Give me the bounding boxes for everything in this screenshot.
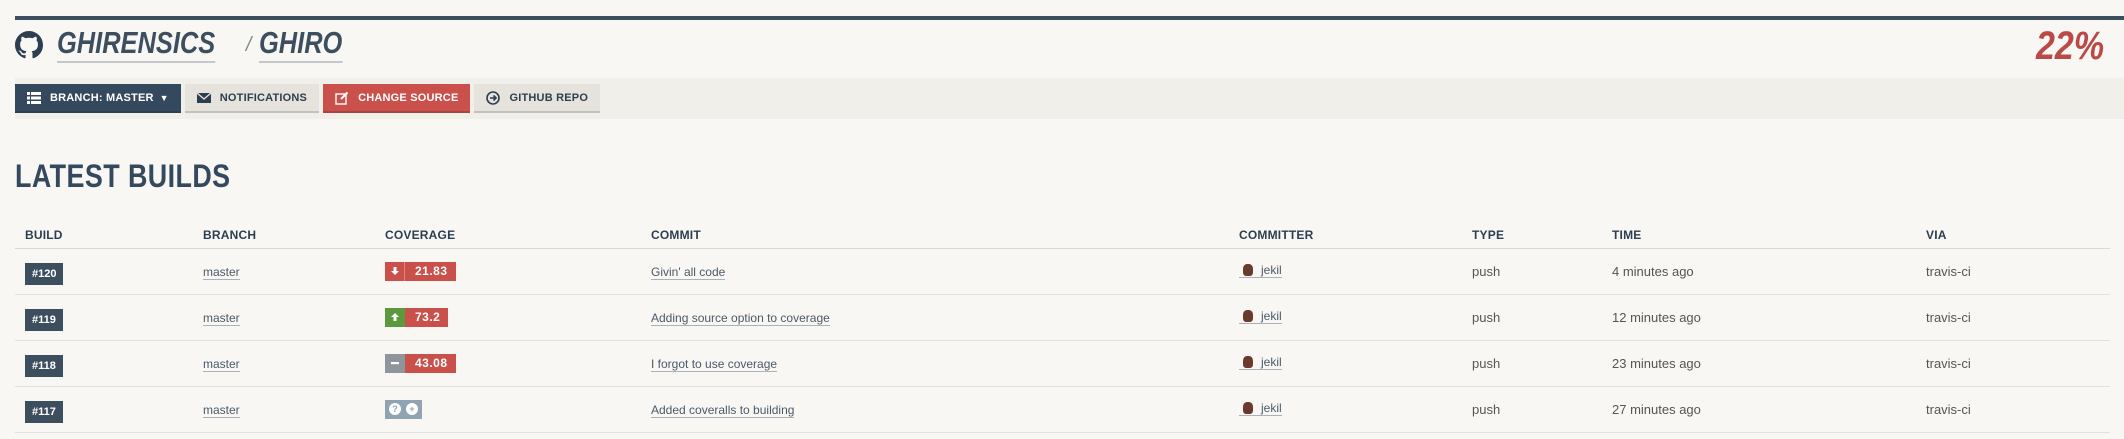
builds-table: BUILD BRANCH COVERAGE COMMIT COMMITTER T…: [15, 222, 2110, 433]
branch-link[interactable]: master: [203, 310, 240, 326]
list-icon: [27, 91, 41, 104]
toolbar: BRANCH: MASTER ▼ NOTIFICATIONS CHANGE SO…: [15, 78, 2124, 119]
coverage-value: 21.83: [405, 261, 456, 281]
header-commit: COMMIT: [641, 222, 1229, 249]
envelope-icon: [196, 91, 211, 103]
branch-link[interactable]: master: [203, 402, 240, 418]
branch-link[interactable]: master: [203, 356, 240, 372]
coverage-badge[interactable]: 43.08: [385, 353, 456, 373]
table-row: #120 master 21.83 Givin' all code jekil …: [15, 248, 2110, 295]
committer-name: jekil: [1261, 263, 1282, 277]
committer-name: jekil: [1261, 355, 1282, 369]
header-coverage: COVERAGE: [375, 222, 641, 249]
build-number-link[interactable]: #120: [25, 263, 64, 285]
commit-link[interactable]: Givin' all code: [651, 264, 726, 280]
minus-icon: [385, 353, 405, 373]
header-via: VIA: [1916, 222, 2110, 249]
edit-icon: [335, 91, 349, 105]
avatar: [1243, 310, 1253, 322]
branch-link[interactable]: master: [203, 264, 240, 280]
github-icon: [15, 31, 43, 59]
coverage-badge[interactable]: 21.83: [385, 261, 456, 281]
avatar: [1243, 356, 1253, 368]
build-via: travis-ci: [1916, 248, 2110, 295]
coverage-unknown-badge[interactable]: ? +: [385, 399, 422, 419]
build-type: push: [1462, 340, 1602, 387]
committer-name: jekil: [1261, 309, 1282, 323]
build-via: travis-ci: [1916, 386, 2110, 433]
plus-circle-icon: +: [406, 403, 418, 415]
coverage-value: 43.08: [405, 353, 456, 373]
build-number-link[interactable]: #119: [25, 309, 63, 331]
commit-link[interactable]: Added coveralls to building: [651, 402, 795, 418]
repo-link[interactable]: GHIRO: [259, 27, 343, 63]
notifications-label: NOTIFICATIONS: [219, 91, 308, 104]
branch-label: BRANCH: MASTER: [50, 91, 154, 104]
build-number-link[interactable]: #118: [25, 355, 63, 377]
top-border: [15, 16, 2124, 20]
header-type: TYPE: [1462, 222, 1602, 249]
change-source-button[interactable]: CHANGE SOURCE: [323, 84, 471, 113]
arrow-circle-right-icon: [486, 90, 501, 105]
github-repo-label: GITHUB REPO: [509, 91, 589, 104]
commit-link[interactable]: Adding source option to coverage: [651, 310, 830, 326]
committer-name: jekil: [1261, 401, 1282, 415]
build-time: 23 minutes ago: [1602, 340, 1916, 387]
coverage-value: 73.2: [405, 307, 449, 327]
header-build: BUILD: [15, 222, 193, 249]
committer-link[interactable]: jekil: [1239, 401, 1282, 416]
branch-dropdown-button[interactable]: BRANCH: MASTER ▼: [15, 84, 181, 113]
coverage-badge[interactable]: 73.2: [385, 307, 449, 327]
build-type: push: [1462, 386, 1602, 433]
header-time: TIME: [1602, 222, 1916, 249]
path-separator: /: [245, 33, 252, 56]
github-repo-button[interactable]: GITHUB REPO: [474, 84, 601, 113]
notifications-button[interactable]: NOTIFICATIONS: [184, 84, 320, 113]
build-time: 4 minutes ago: [1602, 248, 1916, 295]
avatar: [1243, 402, 1253, 414]
committer-link[interactable]: jekil: [1239, 263, 1282, 278]
repo-header: GHIRENSICS / GHIRO: [15, 26, 361, 64]
build-via: travis-ci: [1916, 340, 2110, 387]
build-via: travis-ci: [1916, 294, 2110, 341]
table-row: #118 master 43.08 I forgot to use covera…: [15, 340, 2110, 387]
build-type: push: [1462, 294, 1602, 341]
question-circle-icon: ?: [389, 403, 401, 415]
owner-link[interactable]: GHIRENSICS: [57, 27, 216, 63]
build-time: 12 minutes ago: [1602, 294, 1916, 341]
commit-link[interactable]: I forgot to use coverage: [651, 356, 778, 372]
build-time: 27 minutes ago: [1602, 386, 1916, 433]
table-row: #119 master 73.2 Adding source option to…: [15, 294, 2110, 341]
section-title: LATEST BUILDS: [15, 158, 231, 194]
header-committer: COMMITTER: [1229, 222, 1462, 249]
arrow-up-icon: [385, 307, 405, 327]
caret-down-icon: ▼: [159, 92, 169, 103]
build-number-link[interactable]: #117: [25, 401, 63, 423]
build-type: push: [1462, 248, 1602, 295]
arrow-down-icon: [385, 261, 405, 281]
coverage-percent: 22%: [2035, 24, 2104, 68]
committer-link[interactable]: jekil: [1239, 355, 1282, 370]
table-header-row: BUILD BRANCH COVERAGE COMMIT COMMITTER T…: [15, 222, 2110, 249]
table-row: #117 master ? + Added coveralls to build…: [15, 386, 2110, 433]
committer-link[interactable]: jekil: [1239, 309, 1282, 324]
change-source-label: CHANGE SOURCE: [358, 91, 459, 104]
header-branch: BRANCH: [193, 222, 375, 249]
avatar: [1243, 264, 1253, 276]
